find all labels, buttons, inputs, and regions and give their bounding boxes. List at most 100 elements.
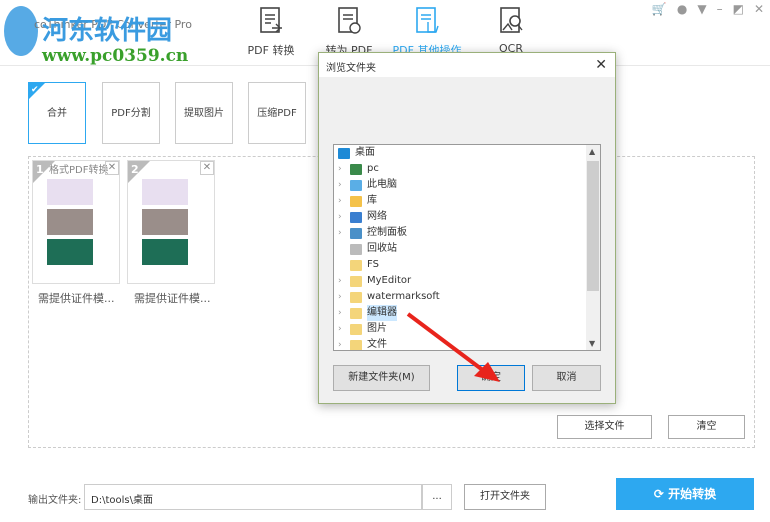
control-panel-icon (350, 227, 362, 239)
id-card-image (47, 179, 93, 205)
folder-item[interactable]: 桌面 (334, 145, 600, 161)
expand-chevron-icon[interactable]: › (338, 177, 350, 193)
folder-icon (350, 259, 362, 271)
menu-icon[interactable]: ▼ (697, 2, 706, 16)
minimize-icon[interactable]: – (717, 2, 723, 16)
folder-item[interactable]: › 此电脑 (334, 177, 600, 193)
expand-chevron-icon[interactable]: › (338, 289, 350, 305)
expand-chevron-icon[interactable]: › (338, 321, 350, 337)
pdf-convert-icon (260, 7, 282, 33)
tool-split[interactable]: PDF分割 (102, 82, 160, 144)
folder-item[interactable]: › MyEditor (334, 273, 600, 289)
user-icon (350, 163, 362, 175)
folder-label: 图片 (367, 323, 387, 334)
remove-file-icon[interactable]: ✕ (105, 161, 119, 175)
nav-pdf-other[interactable]: PDF 其他操作 (392, 6, 462, 58)
library-icon (350, 195, 362, 207)
bank-card-image (47, 239, 93, 265)
file-name: 需提供证件模... (38, 292, 115, 305)
remove-file-icon[interactable]: ✕ (200, 161, 214, 175)
id-card-image (142, 179, 188, 205)
pdf-other-icon (416, 7, 439, 33)
file-name: 需提供证件模... (134, 292, 211, 305)
tool-merge[interactable]: ✔ 合并 (28, 82, 86, 144)
tool-label: 提取图片 (184, 108, 224, 119)
window-controls: 🛒 ● ▼ – ◩ ✕ (652, 2, 764, 16)
folder-label: 网络 (367, 211, 387, 222)
check-icon: ✔ (31, 85, 39, 95)
user-icon[interactable]: ● (677, 2, 687, 16)
scroll-down-icon[interactable]: ▼ (589, 339, 595, 348)
expand-chevron-icon[interactable]: › (338, 209, 350, 225)
nav-label: PDF 转换 (247, 44, 295, 57)
clear-button[interactable]: 清空 (668, 415, 745, 439)
ocr-icon (500, 7, 523, 33)
folder-item[interactable]: FS (334, 257, 600, 273)
tool-label: 合并 (47, 108, 67, 119)
desktop-icon (338, 147, 350, 159)
computer-icon (350, 179, 362, 191)
cart-icon[interactable]: 🛒 (652, 2, 667, 16)
select-file-button[interactable]: 选择文件 (557, 415, 652, 439)
watermark-url: www.pc0359.cn (42, 46, 189, 66)
nav-to-pdf[interactable]: 转为 PDF (314, 6, 384, 58)
file-number: 2 (131, 163, 139, 176)
scrollbar[interactable]: ▲ ▼ (586, 145, 600, 350)
tool-compress[interactable]: 压缩PDF (248, 82, 306, 144)
output-folder-label: 输出文件夹: (28, 495, 82, 506)
file-number: 1 (36, 163, 44, 176)
start-label: 开始转换 (668, 487, 717, 501)
file-thumbnail[interactable]: 2 ✕ (127, 160, 215, 284)
id-card-back-image (47, 209, 93, 235)
file-thumbnail[interactable]: 1 格式PDF转换 ✕ (32, 160, 120, 284)
folder-icon (350, 275, 362, 287)
output-folder-input[interactable]: D:\tools\桌面 (84, 484, 422, 510)
expand-chevron-icon[interactable]: › (338, 161, 350, 177)
cancel-button[interactable]: 取消 (532, 365, 601, 391)
expand-chevron-icon[interactable]: › (338, 225, 350, 241)
nav-pdf-convert[interactable]: PDF 转换 (236, 6, 306, 58)
expand-chevron-icon[interactable]: › (338, 337, 350, 350)
refresh-icon: ⟳ (653, 487, 669, 501)
folder-icon (350, 339, 362, 350)
folder-label: 控制面板 (367, 227, 407, 238)
folder-label: 回收站 (367, 243, 397, 254)
start-convert-button[interactable]: ⟳ 开始转换 (616, 478, 754, 510)
folder-label: 库 (367, 195, 377, 206)
folder-label: 此电脑 (367, 179, 397, 190)
recycle-bin-icon (350, 243, 362, 255)
folder-icon (350, 307, 362, 319)
id-card-back-image (142, 209, 188, 235)
open-folder-button[interactable]: 打开文件夹 (464, 484, 546, 510)
tool-label: PDF分割 (111, 108, 151, 119)
expand-chevron-icon[interactable]: › (338, 305, 350, 321)
tool-extract-images[interactable]: 提取图片 (175, 82, 233, 144)
watermark: 河东软件园 (42, 16, 173, 46)
folder-item[interactable]: › pc (334, 161, 600, 177)
folder-item[interactable]: › 网络 (334, 209, 600, 225)
network-icon (350, 211, 362, 223)
expand-chevron-icon[interactable]: › (338, 273, 350, 289)
scroll-up-icon[interactable]: ▲ (589, 147, 595, 156)
logo: coThinker PDF Converter Pro 河东软件园 www.pc… (4, 6, 192, 66)
folder-item[interactable]: › 控制面板 (334, 225, 600, 241)
folder-item[interactable]: › watermarksoft (334, 289, 600, 305)
browse-button[interactable]: ... (422, 484, 452, 510)
folder-item[interactable]: › 库 (334, 193, 600, 209)
folder-label: 桌面 (355, 147, 375, 158)
folder-label: 编辑器 (367, 305, 397, 321)
folder-label: MyEditor (367, 275, 412, 286)
folder-label: pc (367, 163, 379, 174)
to-pdf-icon (338, 7, 361, 34)
folder-icon (350, 323, 362, 335)
dialog-title: 浏览文件夹 (319, 53, 615, 77)
close-icon[interactable]: ✕ (754, 2, 764, 16)
folder-item[interactable]: 回收站 (334, 241, 600, 257)
dialog-close-icon[interactable]: ✕ (595, 57, 607, 73)
folder-label: 文件 (367, 339, 387, 350)
nav-ocr[interactable]: OCR (476, 6, 546, 55)
tool-label: 压缩PDF (257, 108, 297, 119)
maximize-icon[interactable]: ◩ (733, 2, 744, 16)
expand-chevron-icon[interactable]: › (338, 193, 350, 209)
logo-icon (4, 6, 38, 56)
